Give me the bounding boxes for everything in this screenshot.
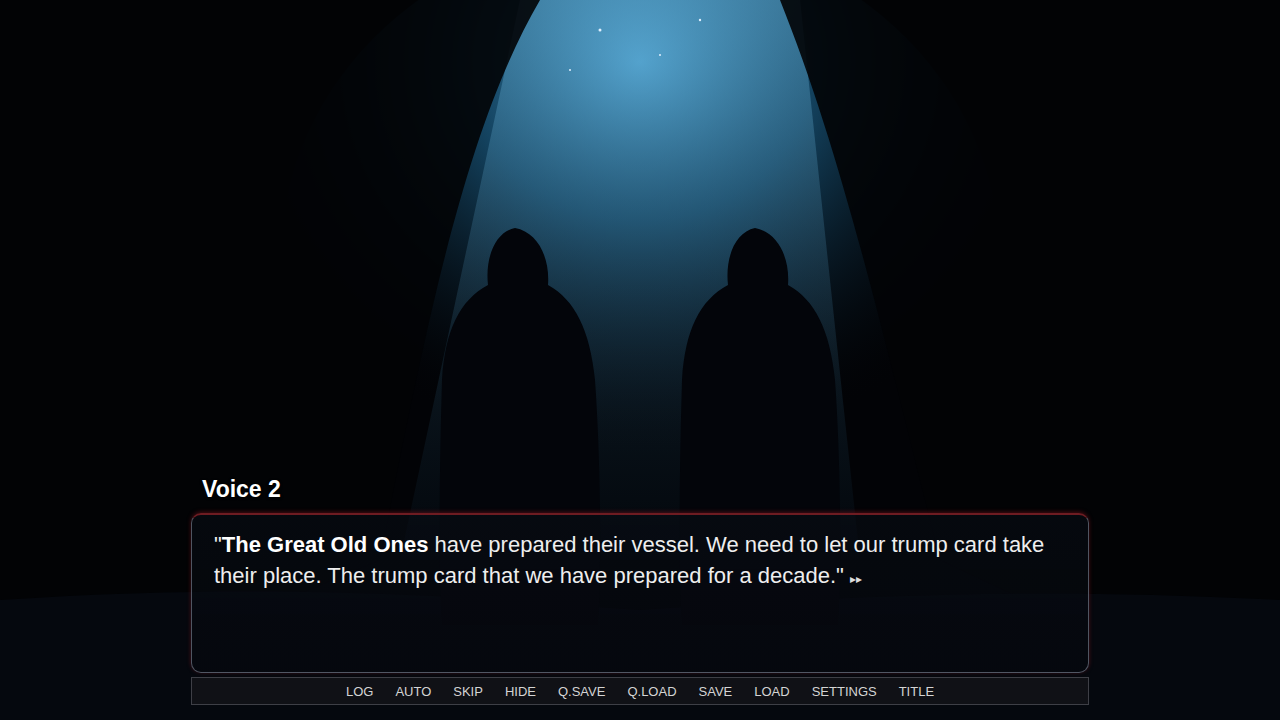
menu-button[interactable]: Q.SAVE [558,684,605,699]
menu-button[interactable]: LOG [346,684,373,699]
menu-button[interactable]: TITLE [899,684,934,699]
menu-button[interactable]: SETTINGS [812,684,877,699]
dialogue-text: The Great Old Ones [222,532,429,557]
dialogue-text: " [214,532,222,557]
game-screen[interactable]: Voice 2"The Great Old Ones have prepared… [0,0,1280,720]
menu-button[interactable]: HIDE [505,684,536,699]
menu-button[interactable]: SAVE [699,684,733,699]
dialogue-ui: Voice 2"The Great Old Ones have prepared… [191,476,1089,705]
menu-button[interactable]: Q.LOAD [627,684,676,699]
continue-icon: ▸▸ [850,572,862,586]
menu-button[interactable]: LOAD [754,684,789,699]
dialogue-box[interactable]: "The Great Old Ones have prepared their … [191,513,1089,673]
menu-button[interactable]: SKIP [453,684,483,699]
quick-menu: LOG AUTO SKIP HIDE Q.SAVE Q.LOAD SAVE LOAD SETTI… [191,677,1089,705]
speaker-name: Voice 2 [191,476,1089,513]
menu-button[interactable]: AUTO [395,684,431,699]
